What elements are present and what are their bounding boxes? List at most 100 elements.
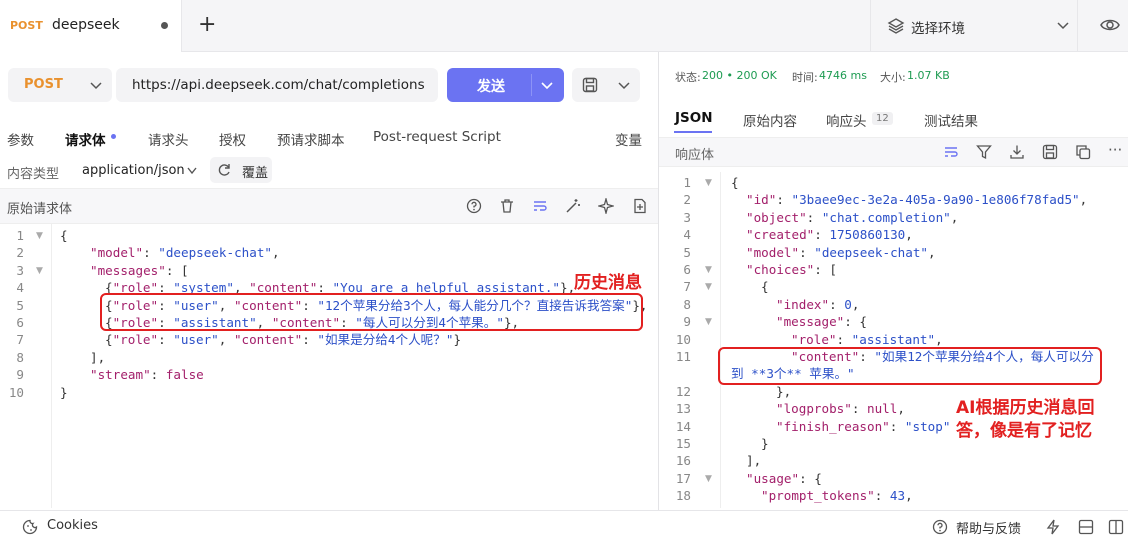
line-number: 6 xyxy=(16,315,24,330)
code-token: "prompt_tokens" xyxy=(761,488,875,504)
line-number: 12 xyxy=(675,383,691,399)
tab-body[interactable]: 请求体 xyxy=(65,129,106,149)
environment-select[interactable]: 选择环境 xyxy=(870,0,1078,52)
code-token: "content" xyxy=(233,332,303,348)
tab-raw[interactable]: 原始内容 xyxy=(743,110,797,130)
method-select[interactable]: POST xyxy=(8,68,112,102)
active-tab-indicator xyxy=(674,131,712,133)
response-body-viewer[interactable]: 1 ▼ {2 "id": "3baee9ec-3e2a-405a-9a90-1e806… xyxy=(659,172,1128,508)
lightning-icon[interactable] xyxy=(1045,519,1061,535)
line-number: 17 xyxy=(675,470,691,486)
tab-response-headers[interactable]: 响应头 xyxy=(826,110,867,130)
code-token: { xyxy=(105,332,113,348)
fold-toggle-icon[interactable]: ▼ xyxy=(705,265,712,275)
layout-columns-icon[interactable] xyxy=(1108,519,1124,535)
line-number: 11 xyxy=(675,349,691,364)
code-token: : xyxy=(836,331,852,347)
tab-post-request-script[interactable]: Post-request Script xyxy=(373,129,501,145)
size-value: 1.07 KB xyxy=(907,69,950,82)
code-token: "chat.completion" xyxy=(821,209,951,225)
wrap-icon[interactable] xyxy=(943,144,959,160)
fold-toggle-icon[interactable]: ▼ xyxy=(36,266,43,276)
unsaved-dot-icon xyxy=(161,22,168,29)
fold-toggle-icon[interactable]: ▼ xyxy=(705,474,712,484)
code-line: "created": 1750860130, xyxy=(746,226,913,244)
time-value: 4746 ms xyxy=(819,69,867,82)
fold-toggle-icon[interactable]: ▼ xyxy=(36,231,43,241)
eye-icon[interactable] xyxy=(1100,17,1120,33)
tab-auth[interactable]: 授权 xyxy=(219,129,246,149)
chevron-down-icon xyxy=(187,167,197,175)
header-count-badge: 12 xyxy=(872,112,893,125)
chevron-down-icon xyxy=(618,82,630,90)
line-number: 3 xyxy=(16,262,24,278)
code-token: "choices" xyxy=(746,262,815,277)
code-line: "role": "assistant", xyxy=(791,331,943,349)
fold-toggle-icon[interactable]: ▼ xyxy=(705,178,712,188)
help-icon xyxy=(932,519,948,535)
fold-toggle-icon[interactable]: ▼ xyxy=(705,317,712,327)
magic-wand-icon[interactable] xyxy=(565,198,581,214)
copy-icon[interactable] xyxy=(1075,144,1091,160)
size-label: 大小: xyxy=(880,71,906,84)
code-token: "deepseek-chat" xyxy=(814,244,928,260)
send-button[interactable]: 发送 xyxy=(447,68,564,102)
sparkle-icon[interactable] xyxy=(598,198,614,214)
layers-icon xyxy=(887,18,905,34)
url-input[interactable]: https://api.deepseek.com/chat/completion… xyxy=(116,68,438,102)
content-type-select[interactable]: application/json xyxy=(82,163,185,178)
layout-rows-icon[interactable] xyxy=(1078,519,1094,535)
code-token: : { xyxy=(799,470,822,486)
tab-test-results[interactable]: 测试结果 xyxy=(924,110,978,130)
code-token: } xyxy=(60,384,68,400)
history-highlight-box xyxy=(100,293,643,331)
chevron-down-icon[interactable] xyxy=(541,81,553,91)
code-token: null xyxy=(867,401,898,417)
help-feedback-button[interactable]: 帮助与反馈 xyxy=(956,518,1021,537)
code-token: "model" xyxy=(90,245,144,261)
more-icon[interactable]: ··· xyxy=(1108,141,1122,159)
url-text: https://api.deepseek.com/chat/completion… xyxy=(132,77,425,93)
code-token: "stream" xyxy=(90,367,151,383)
code-token: , xyxy=(905,227,913,243)
request-body-editor[interactable]: 1 ▼ {2 "model": "deepseek-chat", 3 ▼ "messages… xyxy=(0,224,658,508)
code-token: "object" xyxy=(746,209,807,225)
tab-params[interactable]: 参数 xyxy=(7,129,34,149)
trash-icon[interactable] xyxy=(499,198,515,214)
line-number: 14 xyxy=(675,418,691,434)
code-token: "index" xyxy=(776,296,830,312)
code-token: }, xyxy=(776,383,792,399)
ai-annotation-line2: 答，像是有了记忆 xyxy=(956,421,1092,441)
override-button[interactable]: 覆盖 xyxy=(210,157,272,183)
file-add-icon[interactable] xyxy=(632,198,648,214)
code-token: "role" xyxy=(112,332,159,348)
tab-pre-request-script[interactable]: 预请求脚本 xyxy=(277,129,345,149)
line-number: 2 xyxy=(16,245,24,261)
line-number: 8 xyxy=(683,296,691,312)
line-number: 5 xyxy=(16,297,24,313)
tab-json[interactable]: JSON xyxy=(675,110,713,126)
save-icon xyxy=(582,77,598,93)
code-token: : xyxy=(799,244,815,260)
code-token: "created" xyxy=(746,227,815,243)
cookies-button[interactable]: Cookies xyxy=(47,518,98,533)
help-icon[interactable] xyxy=(466,198,482,214)
fold-toggle-icon[interactable]: ▼ xyxy=(705,282,712,292)
download-icon[interactable] xyxy=(1009,144,1025,160)
code-token: , xyxy=(851,296,860,312)
new-tab-icon[interactable]: + xyxy=(198,12,216,37)
code-token: 0 xyxy=(844,296,852,312)
wrap-icon[interactable] xyxy=(532,198,548,214)
request-tab[interactable]: POST deepseek xyxy=(0,0,182,52)
save-button[interactable] xyxy=(572,68,640,102)
filter-icon[interactable] xyxy=(976,144,992,160)
code-token: "id" xyxy=(746,192,777,208)
line-number: 4 xyxy=(16,280,24,296)
save-icon[interactable] xyxy=(1042,144,1058,160)
line-number: 15 xyxy=(675,436,691,451)
code-token: "messages" xyxy=(90,262,166,278)
send-divider xyxy=(531,74,532,96)
code-line: "finish_reason": "stop" xyxy=(776,418,950,436)
tab-headers[interactable]: 请求头 xyxy=(148,129,189,149)
tab-variables[interactable]: 变量 xyxy=(615,129,642,149)
